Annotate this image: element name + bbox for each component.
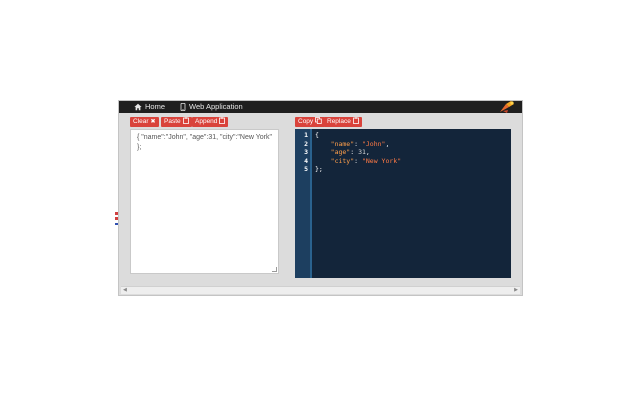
close-icon: ✖ <box>150 119 156 125</box>
scroll-left-arrow-icon[interactable]: ◀ <box>123 287 127 294</box>
mobile-icon <box>180 103 186 111</box>
code-line: "age": 31, <box>315 148 509 157</box>
code-token: }; <box>315 165 323 173</box>
code-line: "name": "John", <box>315 140 509 149</box>
copy-icon <box>315 116 322 128</box>
clipboard-icon <box>219 116 226 128</box>
append-button-label: Append <box>195 118 218 125</box>
clipboard-icon <box>182 116 189 128</box>
line-number: 1 <box>304 131 308 139</box>
copy-button-label: Copy <box>298 118 314 125</box>
clipboard-icon <box>352 116 359 128</box>
code-line: "city": "New York" <box>315 157 509 166</box>
scroll-right-arrow-icon[interactable]: ▶ <box>514 287 518 294</box>
decorative-edge-mark <box>115 212 118 226</box>
home-icon <box>134 103 142 111</box>
app-window: Home Web Application Clear ✖ Paste Appen… <box>118 100 523 296</box>
code-token: , <box>385 139 390 148</box>
code-token: : <box>350 148 359 156</box>
json-input-textarea[interactable]: { "name":"John", "age":31, "city":"New Y… <box>130 129 279 274</box>
code-token: "city" <box>330 156 355 165</box>
code-token: 31 <box>358 148 366 156</box>
copy-button[interactable]: Copy <box>295 116 326 128</box>
code-token: : <box>354 156 362 165</box>
code-editor[interactable]: 12345 { "name": "John", "age": 31, "city… <box>295 129 511 278</box>
code-token: : <box>354 139 362 148</box>
horizontal-scrollbar[interactable]: ◀ ▶ <box>121 286 520 294</box>
paste-button-label: Paste <box>164 118 181 125</box>
nav-web-application-link[interactable]: Web Application <box>180 101 243 113</box>
nav-home-link[interactable]: Home <box>134 101 165 113</box>
code-token: "name" <box>330 139 355 148</box>
clear-button[interactable]: Clear ✖ <box>130 117 159 127</box>
code-token: "John" <box>361 139 386 148</box>
line-number: 2 <box>304 139 308 148</box>
line-number: 4 <box>304 156 308 165</box>
code-token: "New York" <box>361 156 402 165</box>
line-number-gutter: 12345 <box>295 129 312 278</box>
nav-home-label: Home <box>145 102 166 111</box>
json-input-text: { "name":"John", "age":31, "city":"New Y… <box>137 134 272 151</box>
line-number: 3 <box>304 148 308 156</box>
code-token: { <box>315 131 319 139</box>
code-line: }; <box>315 165 509 174</box>
clear-button-label: Clear <box>133 118 149 125</box>
nav-web-application-label: Web Application <box>189 102 243 111</box>
paste-button[interactable]: Paste <box>161 116 192 128</box>
replace-button-label: Replace <box>327 118 351 125</box>
code-area[interactable]: { "name": "John", "age": 31, "city": "Ne… <box>315 131 509 174</box>
line-number: 5 <box>304 165 308 173</box>
navbar: Home Web Application <box>119 101 522 113</box>
resize-grip[interactable] <box>272 267 277 272</box>
code-line: { <box>315 131 509 140</box>
append-button[interactable]: Append <box>192 116 229 128</box>
app-logo-icon <box>498 100 516 114</box>
replace-button[interactable]: Replace <box>324 116 362 128</box>
code-token: "age" <box>330 148 351 156</box>
code-token: , <box>365 148 370 156</box>
